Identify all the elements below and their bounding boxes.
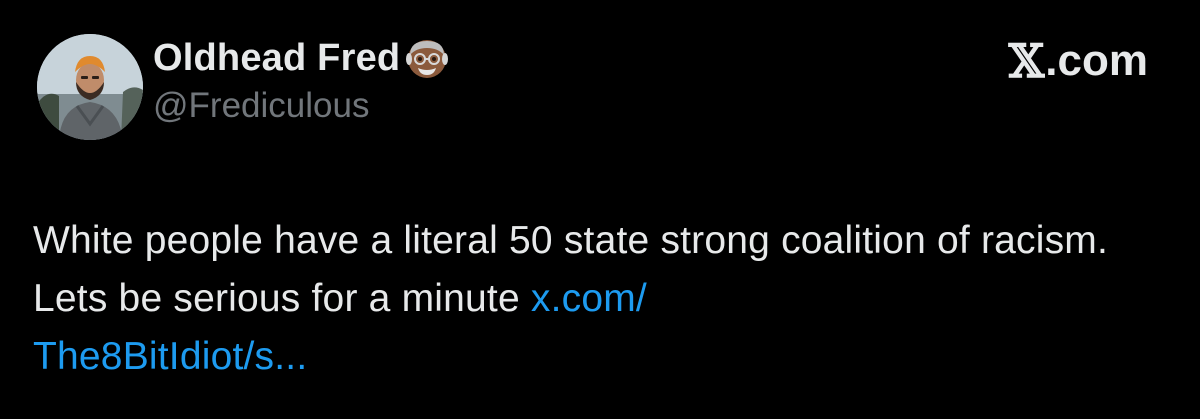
avatar[interactable] bbox=[37, 34, 143, 140]
brand-label: .com bbox=[1045, 36, 1148, 85]
tweet-text: White people have a literal 50 state str… bbox=[33, 212, 1153, 386]
x-logo-icon: 𝕏 bbox=[1008, 34, 1045, 88]
author-handle[interactable]: @Frediculous bbox=[153, 86, 369, 126]
tweet-card: Oldhead Fred @Frediculous 𝕏 .com White p… bbox=[0, 0, 1200, 419]
tweet-link-part2: The8BitIdiot/s... bbox=[33, 335, 308, 378]
brand-logo: 𝕏 .com bbox=[1009, 34, 1148, 88]
avatar-photo bbox=[37, 34, 143, 140]
old-man-emoji-icon bbox=[406, 40, 449, 78]
author-display-name[interactable]: Oldhead Fred bbox=[153, 37, 400, 80]
tweet-link-part1: x.com/ bbox=[530, 277, 647, 320]
author-name-row: Oldhead Fred bbox=[153, 30, 450, 86]
